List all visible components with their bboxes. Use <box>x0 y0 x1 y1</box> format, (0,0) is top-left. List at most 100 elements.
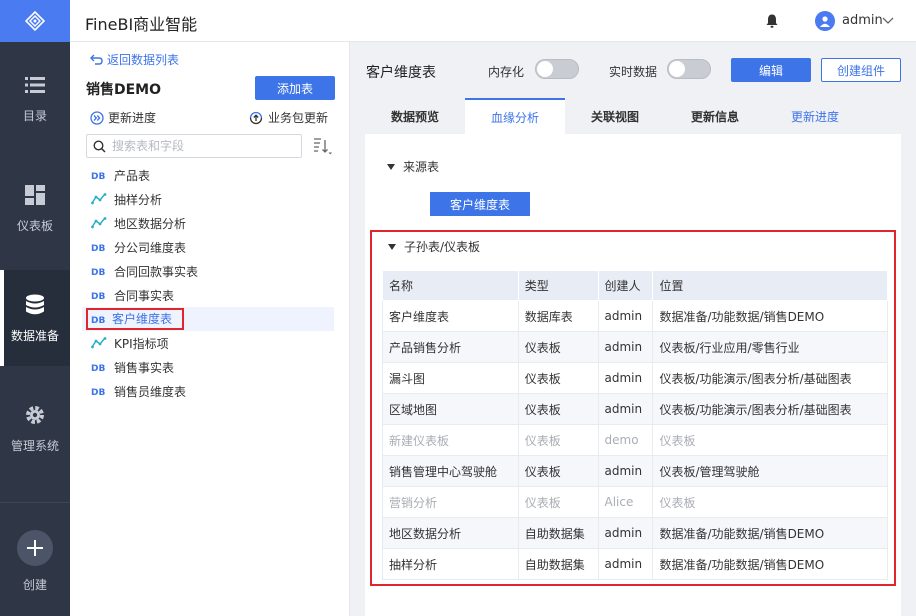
tab-update-info[interactable]: 更新信息 <box>665 98 765 134</box>
svg-text:DB: DB <box>91 244 105 252</box>
table-row[interactable]: 营销分析 仪表板 Alice 仪表板 <box>382 486 888 518</box>
source-table-chip[interactable]: 客户维度表 <box>430 192 530 216</box>
table-list-label: 销售员维度表 <box>114 384 187 399</box>
table-cell: 销售管理中心驾驶舱 <box>382 455 519 487</box>
table-list-label: 合同事实表 <box>114 288 175 303</box>
app-title: FineBI商业智能 <box>85 15 198 34</box>
realtime-toggle[interactable] <box>667 59 711 79</box>
table-list-item[interactable]: DB 客户维度表 <box>82 307 334 331</box>
left-nav: 目录 仪表板 数据准备 管理系统 创建 <box>0 0 70 616</box>
create-component-button[interactable]: 创建组件 <box>821 58 901 82</box>
child-section-header[interactable]: 子孙表/仪表板 <box>388 238 480 255</box>
analysis-icon <box>90 337 108 349</box>
table-list-item[interactable]: DB 产品表 <box>82 163 334 187</box>
package-update-link[interactable]: 业务包更新 <box>248 109 328 126</box>
memory-label: 内存化 <box>488 65 525 79</box>
table-list-item[interactable]: DB 分公司维度表 <box>82 235 334 259</box>
lineage-table: 名称 类型 创建人 位置 客户维度表 数据库表 admin 数据准备/功能数据/销售DEMO… <box>382 270 888 580</box>
nav-item-dashboard[interactable]: 仪表板 <box>0 160 70 256</box>
tab-relation-view[interactable]: 关联视图 <box>565 98 665 134</box>
package-update-label: 业务包更新 <box>268 111 329 125</box>
svg-text:DB: DB <box>91 388 105 396</box>
table-cell: 仪表板 <box>652 486 888 518</box>
table-row[interactable]: 销售管理中心驾驶舱 仪表板 admin 仪表板/管理驾驶舱 <box>382 455 888 487</box>
collapse-triangle-icon <box>388 243 396 250</box>
table-cell: admin <box>597 362 654 394</box>
database-icon <box>23 293 47 317</box>
db-table-icon: DB <box>90 386 108 396</box>
table-list-item[interactable]: DB 销售员维度表 <box>82 379 334 403</box>
edit-button[interactable]: 编辑 <box>731 58 811 82</box>
tab-data-preview[interactable]: 数据预览 <box>365 98 465 134</box>
create-button[interactable]: 创建 <box>0 530 70 610</box>
realtime-label: 实时数据 <box>609 65 658 79</box>
table-cell: 漏斗图 <box>382 362 519 394</box>
nav-item-admin[interactable]: 管理系统 <box>0 380 70 476</box>
package-panel: 返回数据列表 销售DEMO 添加表 更新进度 业务包更新 DB 产品表抽样分析地区… <box>70 42 350 616</box>
collapse-triangle-icon <box>387 163 395 170</box>
back-label: 返回数据列表 <box>107 53 180 67</box>
table-cell: 仪表板/行业应用/零售行业 <box>652 331 888 363</box>
child-tables-box: 子孙表/仪表板 名称 类型 创建人 位置 客户维度表 数据库表 admin 数据准备/功能数… <box>370 230 896 586</box>
svg-text:DB: DB <box>91 292 105 300</box>
search-input[interactable] <box>112 139 292 153</box>
table-list-item[interactable]: KPI指标项 <box>82 331 334 355</box>
table-list-label: 销售事实表 <box>114 360 175 375</box>
table-cell: Alice <box>597 486 654 518</box>
table-list-item[interactable]: 地区数据分析 <box>82 211 334 235</box>
sort-icon[interactable] <box>313 137 333 155</box>
table-list-item[interactable]: 抽样分析 <box>82 187 334 211</box>
logo-icon <box>25 11 45 31</box>
nav-label: 数据准备 <box>10 328 59 343</box>
table-title: 客户维度表 <box>366 65 436 81</box>
table-row[interactable]: 新建仪表板 仪表板 demo 仪表板 <box>382 424 888 456</box>
table-row[interactable]: 客户维度表 数据库表 admin 数据准备/功能数据/销售DEMO <box>382 300 888 332</box>
nav-item-data-prep[interactable]: 数据准备 <box>0 270 70 366</box>
table-cell: 营销分析 <box>382 486 519 518</box>
table-cell: 仪表板/功能演示/图表分析/基础图表 <box>652 362 888 394</box>
bell-icon[interactable] <box>764 13 780 29</box>
detail-area: 客户维度表 内存化 实时数据 编辑 创建组件 数据预览 血缘分析 关联视图 更新… <box>350 42 916 616</box>
tab-lineage[interactable]: 血缘分析 <box>465 98 565 134</box>
nav-label: 目录 <box>22 108 47 123</box>
table-list-item[interactable]: DB 销售事实表 <box>82 355 334 379</box>
table-cell: admin <box>597 331 654 363</box>
back-arrow-icon <box>90 54 103 65</box>
table-list-label: 地区数据分析 <box>114 216 187 231</box>
table-cell: 自助数据集 <box>517 548 599 580</box>
nav-divider <box>0 502 70 503</box>
table-list-label: 客户维度表 <box>86 308 185 330</box>
source-section-header[interactable]: 来源表 <box>387 158 439 175</box>
table-cell: admin <box>597 393 654 425</box>
add-table-button[interactable]: 添加表 <box>255 76 335 100</box>
table-cell: 仪表板 <box>517 393 599 425</box>
table-cell: 数据库表 <box>517 300 599 332</box>
table-row[interactable]: 漏斗图 仪表板 admin 仪表板/功能演示/图表分析/基础图表 <box>382 362 888 394</box>
column-header: 位置 <box>652 270 888 301</box>
child-section-label: 子孙表/仪表板 <box>404 240 481 254</box>
chevron-down-icon[interactable] <box>882 14 894 26</box>
db-table-icon: DB <box>90 290 108 300</box>
package-title: 销售DEMO <box>86 82 162 98</box>
table-list-item[interactable]: DB 合同回款事实表 <box>82 259 334 283</box>
table-cell: 抽样分析 <box>382 548 519 580</box>
back-to-list-link[interactable]: 返回数据列表 <box>90 51 179 68</box>
table-list-item[interactable]: DB 合同事实表 <box>82 283 334 307</box>
avatar[interactable] <box>815 11 835 31</box>
table-cell: admin <box>597 300 654 332</box>
memory-toggle[interactable] <box>535 59 579 79</box>
list-icon <box>23 73 47 97</box>
nav-label: 仪表板 <box>16 218 53 233</box>
app-logo[interactable] <box>0 0 70 42</box>
table-row[interactable]: 产品销售分析 仪表板 admin 仪表板/行业应用/零售行业 <box>382 331 888 363</box>
nav-item-catalog[interactable]: 目录 <box>0 50 70 146</box>
tab-update-progress[interactable]: 更新进度 <box>765 98 865 134</box>
user-name[interactable]: admin <box>842 13 883 28</box>
source-section-label: 来源表 <box>403 160 440 174</box>
table-cell: 仪表板/管理驾驶舱 <box>652 455 888 487</box>
table-row[interactable]: 地区数据分析 自助数据集 admin 数据准备/功能数据/销售DEMO <box>382 517 888 549</box>
table-cell: admin <box>597 455 654 487</box>
table-row[interactable]: 区域地图 仪表板 admin 仪表板/功能演示/图表分析/基础图表 <box>382 393 888 425</box>
update-progress-link[interactable]: 更新进度 <box>90 109 156 126</box>
table-row[interactable]: 抽样分析 自助数据集 admin 数据准备/功能数据/销售DEMO <box>382 548 888 580</box>
